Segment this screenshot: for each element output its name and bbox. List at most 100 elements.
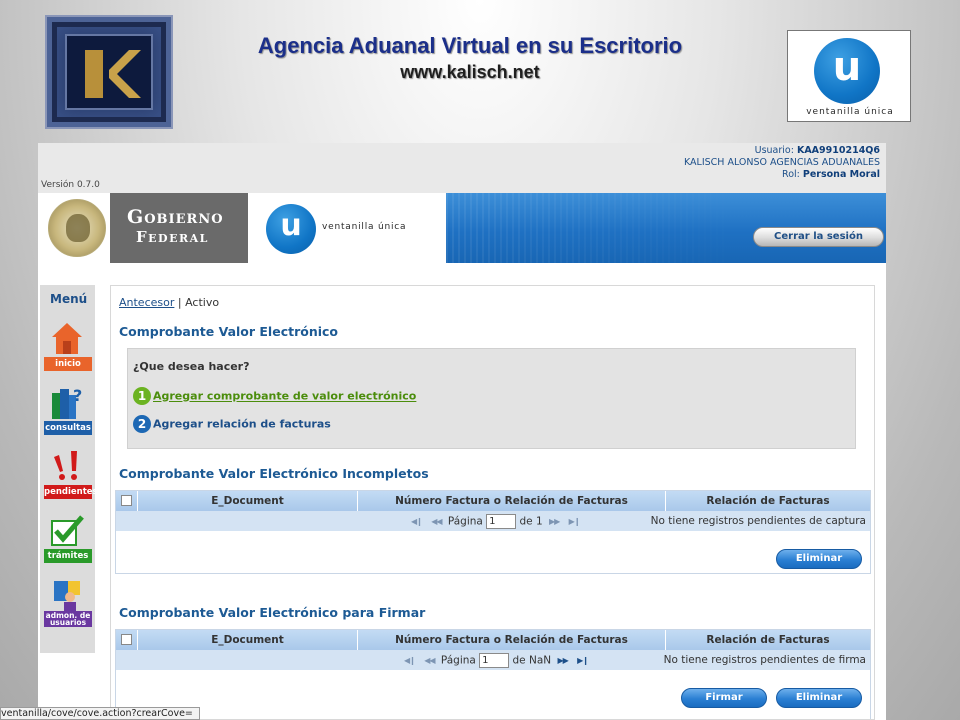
page-of-label: de NaN [512,654,552,667]
user-info: Usuario: KAA9910214Q6 KALISCH ALONSO AGE… [684,145,880,181]
top-bar: Versión 0.7.0 Usuario: KAA9910214Q6 KALI… [38,143,886,193]
grid-empty-message: No tiene registros pendientes de captura [650,515,866,527]
grid-header: E_Document Número Factura o Relación de … [116,630,870,650]
vu-logo-label: ventanilla única [806,107,894,117]
menu-item-label: consultas [44,421,92,435]
option-add-cove[interactable]: 1 Agregar comprobante de valor electrónic… [133,387,416,405]
column-header-edocument: E_Document [138,630,358,650]
header-select-cell [116,630,138,650]
grid-firmar: E_Document Número Factura o Relación de … [115,629,871,719]
pager-controls: ◀❙ ◀◀ Página 1 de NaN ▶▶ ▶❙ [401,653,591,668]
first-page-icon[interactable]: ◀❙ [404,656,416,665]
page-number-input[interactable]: 1 [486,514,517,529]
last-page-icon[interactable]: ▶❙ [569,517,581,526]
content-panel: Antecesor | Activo Comprobante Valor Ele… [110,285,875,720]
grid-pager: ◀❙ ◀◀ Página 1 de NaN ▶▶ ▶❙ No tiene reg… [116,650,870,670]
grid-incompletos: E_Document Número Factura o Relación de … [115,490,871,574]
actions-box: ¿Que desea hacer? 1 Agregar comprobante d… [127,348,856,449]
gobierno-label: Gobierno [127,206,224,228]
option-add-invoice-relation[interactable]: 2 Agregar relación de facturas [133,415,331,433]
user-label: Usuario: [754,145,794,156]
menu-item-label: admon. de usuarios [44,611,92,627]
menu-title: Menú [50,292,88,306]
user-rfc: KAA9910214Q6 [796,145,880,156]
section-title-incompletos: Comprobante Valor Electrónico Incompleto… [119,466,429,481]
last-page-icon[interactable]: ▶❙ [577,656,589,665]
browser-status-bar: ventanilla/cove/cove.action?crearCove= [0,707,200,720]
grid-body: Eliminar [116,531,870,573]
breadcrumb: Antecesor | Activo [119,296,219,309]
vu-banner-logo: u ventanilla única [250,193,446,263]
next-page-icon[interactable]: ▶▶ [557,656,568,665]
home-icon [52,323,82,354]
checkmark-icon [51,515,84,546]
section-title-cove: Comprobante Valor Electrónico [119,324,339,339]
grid-pager: ◀❙ ◀◀ Página 1 de 1 ▶▶ ▶❙ No tiene regis… [116,511,870,531]
slide-url: www.kalisch.net [400,62,540,82]
vu-banner-label: ventanilla única [322,222,407,232]
menu-item-label: trámites [44,549,92,563]
breadcrumb-separator: | [174,296,186,309]
grid-header: E_Document Número Factura o Relación de … [116,491,870,511]
side-menu: Menú inicio ? consultas pendientes trámi… [40,285,98,653]
version-label: Versión 0.7.0 [41,180,100,190]
svg-text:?: ? [73,386,82,405]
user-company: KALISCH ALONSO AGENCIAS ADUANALES [683,157,880,168]
federal-label: Federal [136,228,209,246]
actions-question: ¿Que desea hacer? [133,360,250,373]
column-header-invoice-relation: Relación de Facturas [706,495,830,507]
role-value: Persona Moral [802,169,880,180]
grid-empty-message: No tiene registros pendientes de firma [663,654,866,666]
prev-page-icon[interactable]: ◀◀ [424,656,435,665]
option-add-cove-label: Agregar comprobante de valor electrónico [153,389,417,403]
section-title-firmar: Comprobante Valor Electrónico para Firma… [119,605,426,620]
books-question-icon: ? [52,386,82,419]
menu-item-label: inicio [44,357,92,371]
prev-page-icon[interactable]: ◀◀ [431,517,442,526]
select-all-checkbox[interactable] [121,495,132,506]
menu-item-pendientes[interactable]: pendientes [44,449,98,499]
vu-circle-icon: u [814,38,880,104]
ventanilla-unica-logo: u ventanilla única [787,30,911,122]
column-header-edocument: E_Document [138,491,358,511]
menu-item-admon-usuarios[interactable]: admon. de usuarios [44,577,92,627]
k-monogram-icon [85,50,141,98]
column-header-invoice-relation: Relación de Facturas [706,634,830,646]
breadcrumb-link-antecesor[interactable]: Antecesor [119,296,174,309]
breadcrumb-current: Activo [185,296,220,309]
step-1-icon: 1 [133,387,151,405]
exclamation-icon [54,451,77,480]
first-page-icon[interactable]: ◀❙ [411,517,423,526]
pager-controls: ◀❙ ◀◀ Página 1 de 1 ▶▶ ▶❙ [408,514,583,529]
logout-button[interactable]: Cerrar la sesión [753,227,884,247]
delete-button[interactable]: Eliminar [776,688,862,708]
gobierno-federal-logo: Gobierno Federal [110,193,248,263]
page-number-input[interactable]: 1 [479,653,510,668]
menu-item-consultas[interactable]: ? consultas [44,385,92,435]
role-label: Rol: [782,169,800,180]
next-page-icon[interactable]: ▶▶ [549,517,560,526]
menu-item-tramites[interactable]: trámites [44,513,92,563]
kalisch-logo [45,15,173,129]
header-select-cell [116,491,138,511]
users-admin-icon [54,581,80,611]
option-add-invoice-relation-label: Agregar relación de facturas [153,417,331,431]
slide-title: Agencia Aduanal Virtual en su Escritorio [257,33,683,58]
sign-button[interactable]: Firmar [681,688,767,708]
vu-banner-circle-icon: u [266,204,316,254]
column-header-invoice-number: Número Factura o Relación de Facturas [358,491,666,511]
page-of-label: de 1 [519,515,543,528]
delete-button[interactable]: Eliminar [776,549,862,569]
page-label: Página [447,515,483,528]
menu-item-inicio[interactable]: inicio [44,321,92,371]
app-window: Versión 0.7.0 Usuario: KAA9910214Q6 KALI… [38,143,886,720]
select-all-checkbox[interactable] [121,634,132,645]
header-banner: Gobierno Federal u ventanilla única Cerr… [38,193,886,263]
coat-of-arms-icon [48,199,106,257]
column-header-invoice-number: Número Factura o Relación de Facturas [358,630,666,650]
kalisch-logo-mark [65,34,153,110]
grid-body: Firmar Eliminar [116,670,870,712]
step-2-icon: 2 [133,415,151,433]
menu-item-label: pendientes [44,485,98,499]
page-label: Página [440,654,476,667]
